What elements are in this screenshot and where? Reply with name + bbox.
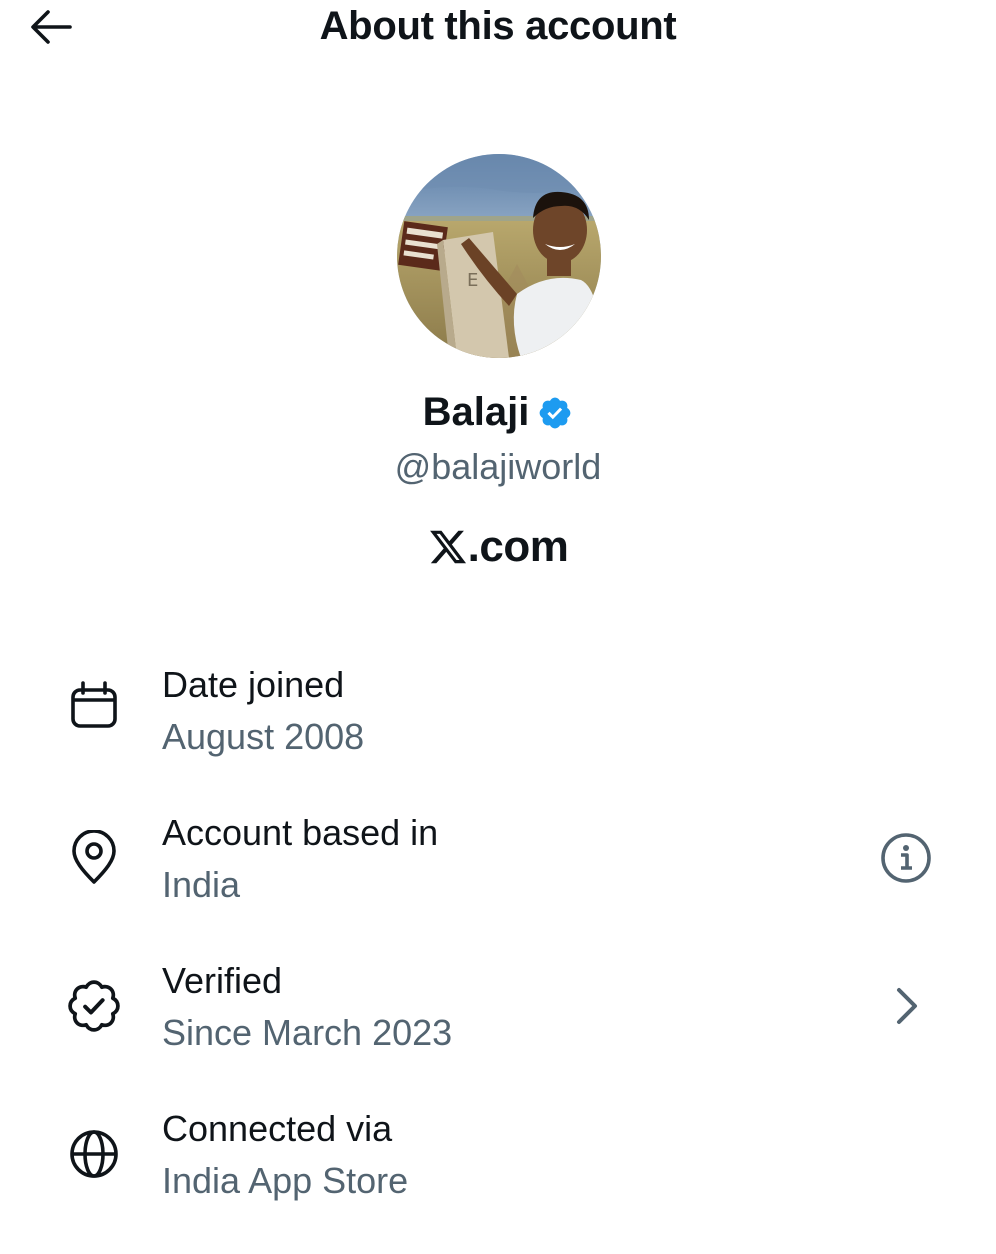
detail-value: August 2008 [162,716,365,757]
name-row: Balaji [0,390,996,435]
info-button[interactable] [876,828,936,888]
header-bar: About this account [0,0,996,60]
detail-row-date-joined: Date joined August 2008 [0,662,996,810]
svg-text:E: E [467,270,478,291]
verified-outline-icon [66,978,122,1034]
detail-row-verified[interactable]: Verified Since March 2023 [0,958,996,1106]
avatar[interactable]: E [397,154,601,358]
detail-title: Date joined [162,664,345,705]
info-icon [881,833,931,883]
verified-badge-icon [539,397,571,428]
chevron-right-icon [897,988,917,1024]
detail-title: Account based in [162,812,439,853]
brand-label: .com [467,522,569,571]
page-title: About this account [319,4,677,48]
username-handle: @balajiworld [394,446,602,487]
detail-value: Since March 2023 [162,1012,453,1053]
display-name: Balaji [422,390,530,434]
detail-title: Verified [162,960,283,1001]
detail-value: India App Store [162,1160,409,1201]
detail-row-connected-via: Connected via India App Store [0,1106,996,1254]
verified-details-button[interactable] [876,976,936,1036]
location-pin-icon [66,830,122,886]
detail-title: Connected via [162,1108,393,1149]
detail-value: India [162,864,241,905]
calendar-icon [66,676,122,732]
globe-icon [66,1126,122,1182]
account-details-list: Date joined August 2008 Account based in… [0,662,996,1254]
brand-row: .com [0,522,996,572]
x-logo-icon [429,530,466,564]
detail-row-account-based-in: Account based in India [0,810,996,958]
profile-photo: E [397,154,601,358]
